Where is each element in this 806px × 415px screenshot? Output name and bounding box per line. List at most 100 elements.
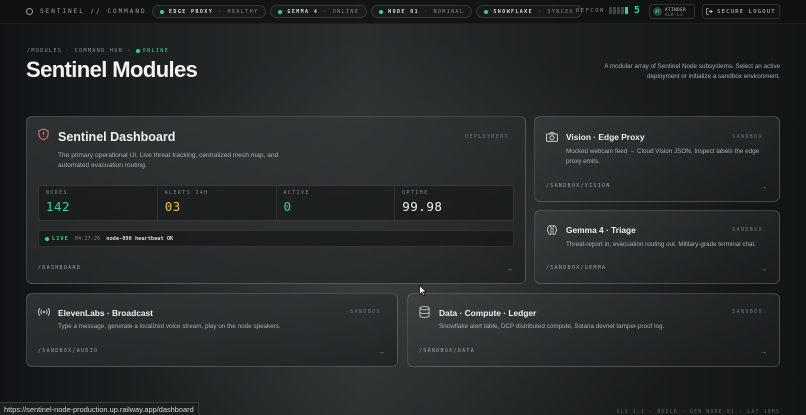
mouse-pointer-icon bbox=[419, 285, 427, 296]
online-label: ONLINE bbox=[142, 48, 170, 54]
stat-label: UPTIME bbox=[402, 191, 429, 196]
camera-icon bbox=[546, 132, 558, 142]
user-info: ATINDER CLR-L3 bbox=[665, 7, 686, 17]
pill-name: NODE 01 bbox=[388, 8, 420, 15]
status-pill-snowflake[interactable]: SNOWFLAKE · SYNCED bbox=[476, 5, 582, 18]
stat-label: ACTIVE bbox=[283, 191, 310, 196]
footer-meta: SLS 1.1 · BUILD · GEN NODE-01 · LAT 18MS bbox=[616, 410, 780, 415]
arrow-right-icon[interactable]: → bbox=[506, 266, 513, 273]
defcon-level: 5 bbox=[633, 5, 642, 16]
status-dot-icon bbox=[278, 9, 283, 14]
stat-value: 99.98 bbox=[402, 199, 443, 214]
breadcrumb: /MODULES · COMMAND HUB · ONLINE bbox=[27, 48, 169, 54]
breadcrumb-separator: · bbox=[66, 48, 71, 54]
user-clearance: CLR-L3 bbox=[665, 11, 684, 17]
pill-status: HEALTHY bbox=[227, 8, 259, 15]
live-dot-icon bbox=[45, 236, 49, 241]
status-dot-icon bbox=[160, 9, 164, 14]
status-pill-gemma[interactable]: GEMMA 4 · ONLINE bbox=[270, 5, 368, 18]
defcon-bar-active bbox=[624, 7, 628, 14]
stat-value: 142 bbox=[46, 199, 71, 214]
pill-name: EDGE PROXY bbox=[169, 8, 214, 15]
card-path-link[interactable]: /SANDBOX/DATA bbox=[419, 348, 475, 354]
stat-active: ACTIVE 0 bbox=[277, 186, 396, 220]
live-feed: LIVE 04:27:26 node-098 heartbeat OK bbox=[38, 230, 514, 247]
stat-alerts: ALERTS 24H 03 bbox=[158, 186, 277, 220]
arrow-right-icon[interactable]: → bbox=[378, 349, 385, 356]
defcon-bar bbox=[608, 7, 612, 14]
pill-status: NOMINAL bbox=[433, 8, 465, 15]
module-card-vision[interactable]: Vision · Edge Proxy SANDBOX Mocked webca… bbox=[534, 116, 780, 202]
defcon-bar bbox=[620, 7, 624, 14]
card-title: Data · Compute · Ledger bbox=[439, 308, 537, 318]
defcon-bar bbox=[616, 7, 620, 14]
card-tag: SANDBOX bbox=[732, 310, 763, 315]
live-timestamp: 04:27:26 bbox=[74, 235, 101, 242]
status-dot-icon bbox=[484, 9, 489, 14]
radar-icon bbox=[26, 8, 33, 15]
page-title: Sentinel Modules bbox=[26, 57, 198, 82]
card-title: Sentinel Dashboard bbox=[58, 130, 176, 144]
broadcast-icon bbox=[38, 307, 50, 317]
stats-panel: NODES 142 ALERTS 24H 03 ACTIVE 0 UPTIME … bbox=[38, 185, 514, 221]
breadcrumb-modules[interactable]: /MODULES bbox=[27, 48, 62, 54]
card-title: ElevenLabs · Broadcast bbox=[58, 308, 153, 318]
live-label: LIVE bbox=[52, 235, 69, 242]
logout-label: SECURE LOGOUT bbox=[717, 8, 776, 15]
pill-name: GEMMA 4 bbox=[287, 8, 319, 15]
card-tag: SANDBOX bbox=[732, 228, 763, 233]
card-title: Vision · Edge Proxy bbox=[566, 132, 645, 142]
stat-uptime: UPTIME 99.98 bbox=[395, 186, 513, 220]
avatar: AT bbox=[653, 7, 662, 16]
arrow-right-icon[interactable]: → bbox=[760, 266, 767, 273]
browser-status-url: https://sentinel-node-production.up.rail… bbox=[0, 402, 199, 415]
brain-icon bbox=[546, 225, 558, 235]
module-card-data[interactable]: Data · Compute · Ledger SANDBOX Snowflak… bbox=[407, 293, 780, 367]
arrow-right-icon[interactable]: → bbox=[760, 184, 767, 191]
database-icon bbox=[419, 306, 430, 318]
card-path-link[interactable]: /DASHBOARD bbox=[38, 265, 81, 271]
defcon-indicator: DEFCON 5 bbox=[576, 5, 641, 16]
card-description: Mocked webcam feed → Cloud Vision JSON. … bbox=[566, 148, 760, 165]
arrow-right-icon[interactable]: → bbox=[760, 349, 767, 356]
user-badge[interactable]: AT ATINDER CLR-L3 bbox=[649, 4, 695, 19]
card-description: Type a message, generate a localized voi… bbox=[58, 323, 281, 330]
card-title: Gemma 4 · Triage bbox=[566, 225, 636, 235]
service-status-pills: EDGE PROXY · HEALTHY GEMMA 4 · ONLINE NO… bbox=[152, 5, 582, 18]
card-path-link[interactable]: /SANDBOX/VISION bbox=[546, 183, 611, 189]
stat-value: 0 bbox=[283, 199, 292, 214]
brand[interactable]: SENTINEL // COMMAND bbox=[26, 8, 152, 15]
defcon-label: DEFCON bbox=[576, 7, 605, 14]
status-pill-node[interactable]: NODE 01 · NOMINAL bbox=[371, 5, 473, 18]
pill-status: SYNCED bbox=[547, 8, 574, 15]
defcon-bar bbox=[612, 7, 616, 14]
stat-nodes: NODES 142 bbox=[39, 186, 158, 220]
card-path-link[interactable]: /SANDBOX/AUDIO bbox=[38, 348, 98, 354]
logout-icon bbox=[706, 8, 714, 15]
breadcrumb-command-hub[interactable]: COMMAND HUB bbox=[75, 48, 124, 54]
pill-name: SNOWFLAKE bbox=[493, 8, 534, 15]
card-description: Threat-report in, evacuation routing out… bbox=[566, 241, 757, 248]
pill-separator: · bbox=[218, 8, 223, 15]
defcon-bars bbox=[608, 7, 628, 14]
module-card-gemma[interactable]: Gemma 4 · Triage SANDBOX Threat-report i… bbox=[534, 210, 780, 284]
brand-label: SENTINEL // COMMAND bbox=[40, 8, 147, 15]
module-card-elevenlabs[interactable]: ElevenLabs · Broadcast SANDBOX Type a me… bbox=[26, 293, 398, 367]
card-path-link[interactable]: /SANDBOX/GEMMA bbox=[546, 265, 606, 271]
live-message: node-098 heartbeat OK bbox=[106, 235, 174, 242]
card-tag: SANDBOX bbox=[732, 135, 763, 140]
stat-label: NODES bbox=[46, 191, 68, 196]
card-tag: DEPLOYMENT bbox=[465, 135, 509, 140]
shield-icon bbox=[38, 128, 49, 140]
card-description: Snowflake alert table, DCP distributed c… bbox=[439, 323, 665, 330]
stat-value: 03 bbox=[164, 199, 181, 214]
online-status: ONLINE bbox=[135, 48, 170, 54]
pill-separator: · bbox=[323, 8, 328, 15]
card-description: The primary operational UI. Live threat … bbox=[58, 152, 279, 169]
module-card-dashboard[interactable]: Sentinel Dashboard DEPLOYMENT The primar… bbox=[26, 116, 526, 284]
page-subtitle: A modular array of Sentinel Node subsyst… bbox=[604, 63, 780, 80]
live-indicator: LIVE bbox=[45, 236, 69, 242]
secure-logout-button[interactable]: SECURE LOGOUT bbox=[702, 4, 780, 19]
pill-separator: · bbox=[424, 8, 429, 15]
status-pill-edge-proxy[interactable]: EDGE PROXY · HEALTHY bbox=[152, 5, 267, 18]
